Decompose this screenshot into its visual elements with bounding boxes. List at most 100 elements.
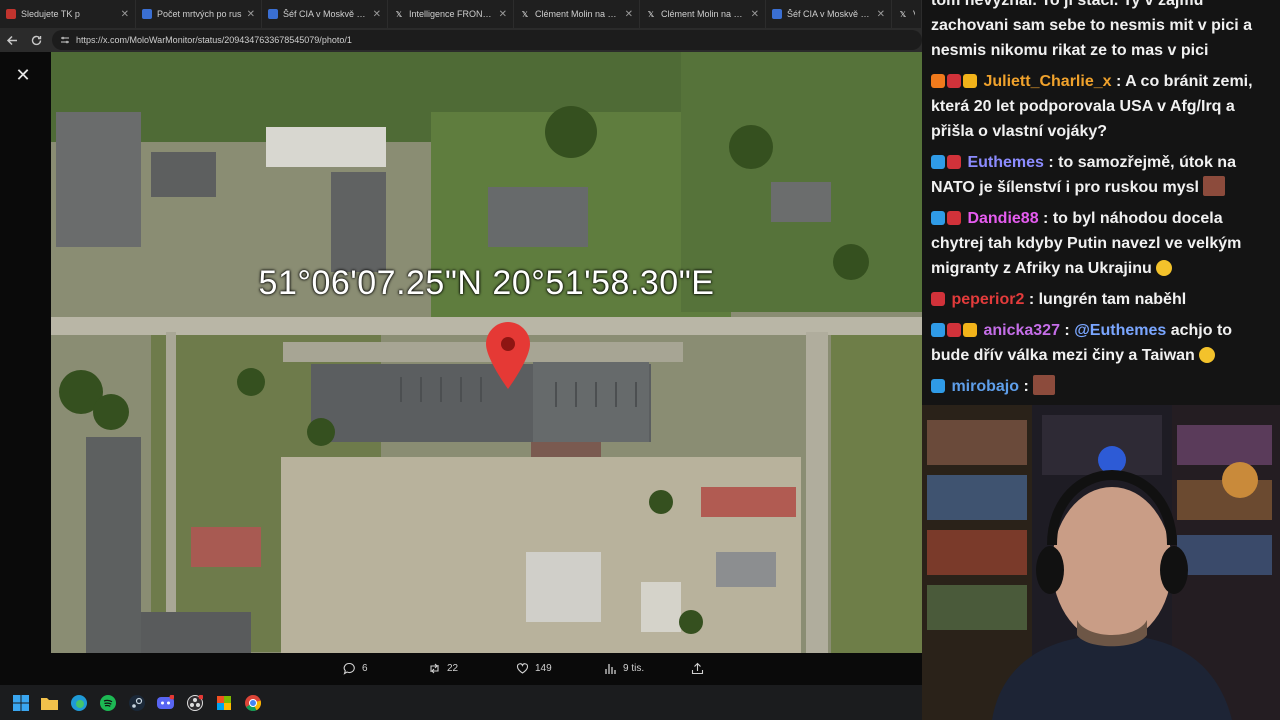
chat-username[interactable]: mirobajo [951,378,1019,395]
x-logo-icon: 𝕏 [899,9,907,19]
chat-emote-icon [1203,176,1226,196]
chat-emote-icon [1033,375,1056,395]
tab-close-icon[interactable]: ✕ [877,9,885,20]
chat-message: anicka327 : @Euthemes achjo to bude dřív… [931,322,1233,364]
app-icon[interactable] [213,692,234,713]
chat-message: Euthemes : to samozřejmě, útok na NATO j… [931,154,1236,196]
x-logo-icon: 𝕏 [395,9,403,19]
chat-badge-icon [963,323,977,337]
smiley-emoji-icon [1199,347,1216,363]
tab-close-icon[interactable]: ✕ [121,9,129,20]
browser-tab[interactable]: Sledujete TK p ✕ [0,0,136,28]
reply-icon [343,662,355,675]
tab-close-icon[interactable]: ✕ [499,9,507,20]
url-field[interactable]: https://x.com/MoloWarMonitor/status/2094… [52,30,922,50]
chat-badge-icon [931,74,945,88]
tab-title: Clément Molin na platfo [661,9,746,19]
chat-username[interactable]: Dandie88 [967,210,1038,227]
browser-tab-bar: Sledujete TK p ✕ Počet mrtvých po rus ✕ Šéf … [0,0,922,28]
chat-text: lungrén tam naběhl [1038,291,1187,308]
browser-tab[interactable]: 𝕏 Intelligence FRONT na p ✕ [388,0,514,28]
like-button[interactable]: 149 [516,662,552,675]
browser-tab[interactable]: Počet mrtvých po rus ✕ [136,0,262,28]
tab-close-icon[interactable]: ✕ [373,9,381,20]
tab-favicon-icon [268,9,278,19]
browser-tab[interactable]: Šéf CIA v Moskvě varov ✕ [766,0,892,28]
repost-button[interactable]: 22 [428,662,458,675]
chat-badge-icon [963,74,977,88]
chat-username[interactable]: Juliett_Charlie_x [983,73,1111,90]
reply-button[interactable]: 6 [343,662,368,675]
windows-start-icon[interactable] [10,692,31,713]
chat-username[interactable]: peperior2 [951,291,1024,308]
views-icon [605,664,616,674]
tab-close-icon[interactable]: ✕ [751,9,759,20]
x-logo-icon: 𝕏 [647,9,655,19]
smiley-emoji-icon [1156,260,1173,276]
chat-badge-icon [931,323,945,337]
chat-badge-icon [947,155,961,169]
views-count: 9 tis. [623,663,645,674]
stream-chat: tom nevyznal. To ji staci. Ty v zajmu za… [922,0,1280,405]
repost-icon [430,663,439,674]
chat-badge-icon [947,323,961,337]
chat-badge-icon [931,155,945,169]
tab-close-icon[interactable]: ✕ [247,9,255,20]
chat-mention[interactable]: @Euthemes [1074,322,1166,339]
reply-count: 6 [362,663,368,674]
spotify-icon[interactable] [97,692,118,713]
tab-title: Šéf CIA v Moskvě varov [787,9,872,19]
views-button[interactable]: 9 tis. [604,662,644,675]
share-button[interactable] [691,662,704,675]
chat-badge-icon [931,211,945,225]
satellite-image [51,52,922,653]
chat-text: tom nevyznal. To ji staci. Ty v zajmu za… [931,0,1253,59]
x-logo-icon: 𝕏 [521,9,529,19]
steam-icon[interactable] [126,692,147,713]
coordinates-overlay: 51°06'07.25"N 20°51'58.30"E [258,264,715,302]
reload-icon[interactable] [24,28,48,52]
browser-tab[interactable]: Šéf CIA v Moskvě varov ✕ [262,0,388,28]
back-icon[interactable] [0,28,24,52]
satellite-photo: 51°06'07.25"N 20°51'58.30"E [51,52,922,653]
chat-badge-icon [947,211,961,225]
tab-title: Visio [913,9,915,19]
windows-taskbar [0,685,922,720]
chat-messages: tom nevyznal. To ji staci. Ty v zajmu za… [931,0,1271,405]
browser-tab[interactable]: 𝕏 Clément Molin na platfo ✕ [514,0,640,28]
chrome-icon[interactable] [242,692,263,713]
streamer-webcam-image [922,405,1280,720]
close-icon[interactable]: ✕ [12,64,34,86]
obs-icon[interactable] [184,692,205,713]
chat-badge-icon [931,379,945,393]
chat-message: peperior2 : lungrén tam naběhl [931,287,1271,312]
site-info-icon[interactable] [60,35,70,45]
repost-count: 22 [447,663,459,674]
chat-message: Dandie88 : to byl náhodou docela chytrej… [931,210,1242,277]
url-text: https://x.com/MoloWarMonitor/status/2094… [76,35,352,45]
tab-title: Intelligence FRONT na p [409,9,494,19]
chat-username[interactable]: anicka327 [983,322,1060,339]
chat-username[interactable]: Euthemes [967,154,1043,171]
tab-title: Počet mrtvých po rus [157,9,242,19]
chat-message: Juliett_Charlie_x : A co bránit zemi, kt… [931,73,1253,140]
heart-icon [516,663,529,674]
chat-message: mirobajo : [931,374,1271,399]
chat-message: tom nevyznal. To ji staci. Ty v zajmu za… [931,0,1271,63]
browser-tab[interactable]: 𝕏 Clément Molin na platfo ✕ [640,0,766,28]
file-explorer-icon[interactable] [39,692,60,713]
tab-title: Clément Molin na platfo [535,9,620,19]
tab-title: Šéf CIA v Moskvě varov [283,9,368,19]
tab-title: Sledujete TK p [21,9,80,19]
post-actions-bar: 6 22 149 9 tis. [0,652,922,685]
photo-viewer: ✕ 51°06'07.25"N 20°51'58.30"E 6 22 149 9… [0,52,922,685]
webcam-feed [922,405,1280,720]
tab-close-icon[interactable]: ✕ [625,9,633,20]
like-count: 149 [535,663,552,674]
browser-tab[interactable]: 𝕏 Visio [892,0,922,28]
edge-browser-icon[interactable] [68,692,89,713]
tab-favicon-icon [772,9,782,19]
discord-icon[interactable] [155,692,176,713]
chat-badge-icon [931,292,945,306]
tab-favicon-icon [6,9,16,19]
